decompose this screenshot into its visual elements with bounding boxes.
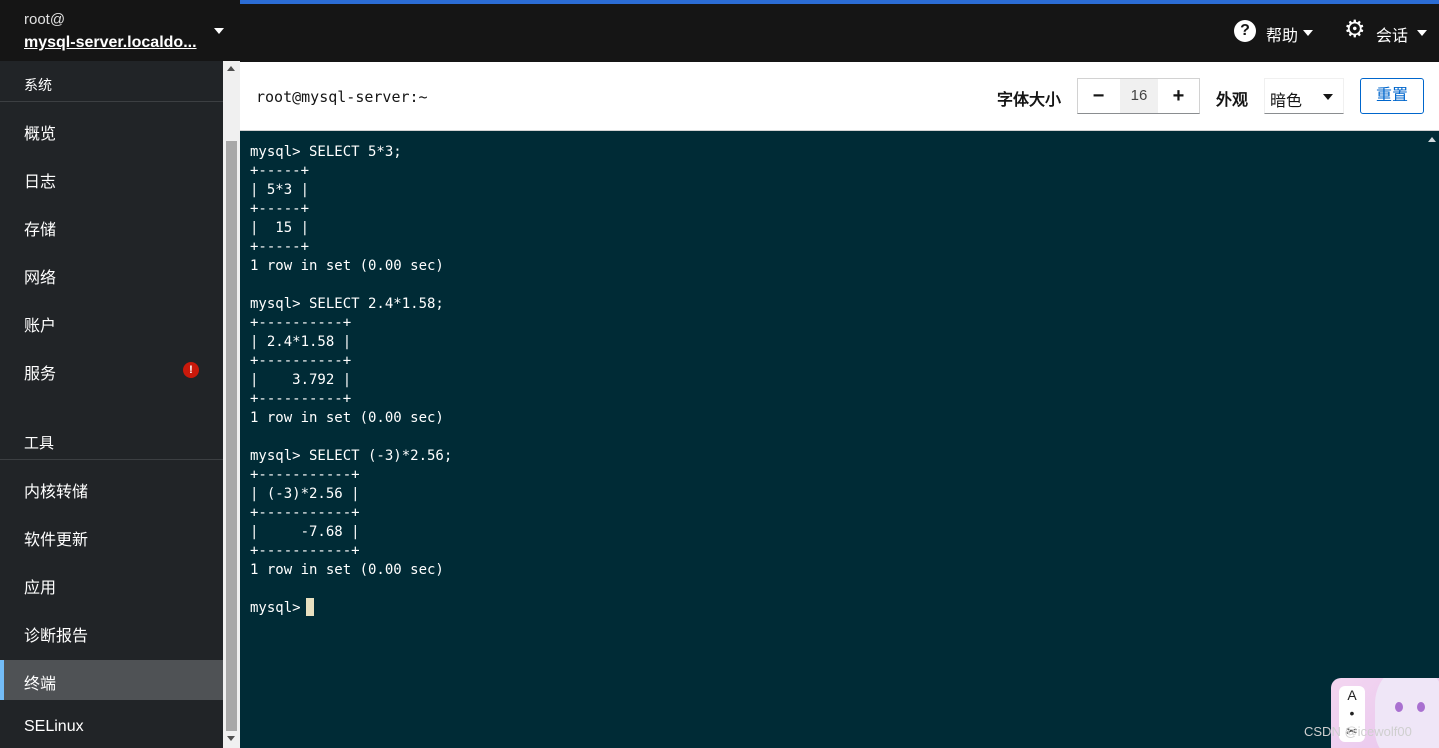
sidebar-nav: 系统 概览 日志 存储 网络 账户 服务 ! 工具 内核转储 软件更新 应用 诊…	[0, 61, 223, 748]
sidebar-scrollbar[interactable]	[223, 61, 240, 748]
question-circle-icon: ?	[1234, 20, 1256, 42]
host-user: root@	[24, 11, 66, 28]
nav-section-tools: 工具	[24, 435, 55, 452]
divider	[0, 101, 223, 102]
sidebar-item-label: 日志	[24, 174, 57, 191]
host-switcher[interactable]: root@ mysql-server.localdo...	[0, 0, 240, 61]
scrollbar-thumb[interactable]	[226, 141, 237, 731]
sidebar-item-accounts[interactable]: 账户	[0, 302, 223, 342]
sidebar-item-terminal[interactable]: 终端	[0, 660, 223, 700]
sidebar-item-label: 账户	[24, 318, 57, 335]
host-name[interactable]: mysql-server.localdo...	[24, 34, 199, 52]
sidebar-item-label: 存储	[24, 222, 57, 239]
terminal-scrollbar[interactable]	[1425, 131, 1439, 748]
chevron-down-icon	[1417, 30, 1427, 36]
chevron-down-icon	[1323, 94, 1333, 100]
sidebar-item-networking[interactable]: 网络	[0, 254, 223, 294]
sidebar-item-storage[interactable]: 存储	[0, 206, 223, 246]
font-size-label: 字体大小	[997, 92, 1062, 109]
increase-font-button[interactable]: +	[1158, 79, 1199, 113]
avatar-eye	[1417, 702, 1425, 712]
sidebar-item-kdump[interactable]: 内核转储	[0, 468, 223, 508]
terminal-title: root@mysql-server:~	[256, 88, 428, 106]
session-menu[interactable]: ⚙ 会话	[1344, 16, 1429, 45]
scroll-up-arrow-icon[interactable]	[1428, 137, 1436, 142]
sidebar-item-label: 软件更新	[24, 532, 89, 549]
sidebar-item-label: SELinux	[24, 718, 84, 735]
terminal-toolbar: root@mysql-server:~ 字体大小 − 16 + 外观 暗色 重置	[240, 62, 1439, 131]
nav-section-system: 系统	[24, 77, 52, 93]
sidebar-item-label: 应用	[24, 580, 57, 597]
exclamation-circle-icon: !	[183, 362, 199, 378]
divider	[0, 459, 223, 460]
font-size-value[interactable]: 16	[1120, 79, 1158, 113]
gear-icon: ⚙	[1344, 16, 1366, 43]
help-menu[interactable]: ? 帮助	[1234, 20, 1314, 45]
sidebar-item-diagnostic-reports[interactable]: 诊断报告	[0, 612, 223, 652]
sidebar-item-logs[interactable]: 日志	[0, 158, 223, 198]
terminal-cursor	[306, 598, 314, 616]
session-label: 会话	[1376, 28, 1409, 45]
sidebar-item-label: 网络	[24, 270, 57, 287]
text-tool-icon[interactable]: A	[1339, 686, 1365, 704]
scroll-up-arrow-icon[interactable]	[227, 66, 235, 71]
appearance-select[interactable]: 暗色	[1264, 78, 1344, 114]
chevron-down-icon	[1303, 30, 1313, 36]
help-label: 帮助	[1266, 28, 1299, 45]
reset-button[interactable]: 重置	[1360, 78, 1424, 114]
sidebar-item-label: 概览	[24, 126, 57, 143]
sidebar-item-label: 服务	[24, 366, 57, 383]
sidebar-item-overview[interactable]: 概览	[0, 110, 223, 150]
masthead: ? 帮助 ⚙ 会话	[240, 0, 1439, 62]
sidebar: root@ mysql-server.localdo... 系统 概览 日志 存…	[0, 0, 240, 748]
sidebar-item-selinux[interactable]: SELinux	[0, 708, 223, 748]
decrease-font-button[interactable]: −	[1078, 79, 1119, 113]
appearance-value: 暗色	[1270, 93, 1303, 110]
terminal-output: mysql> SELECT 5*3; +-----+ | 5*3 | +----…	[250, 144, 453, 616]
sidebar-item-services[interactable]: 服务 !	[0, 350, 223, 390]
sidebar-item-label: 诊断报告	[24, 628, 89, 645]
watermark: CSDN @icewolf00	[1304, 724, 1412, 739]
sidebar-item-applications[interactable]: 应用	[0, 564, 223, 604]
scroll-down-arrow-icon[interactable]	[227, 736, 235, 741]
sidebar-item-label: 终端	[24, 676, 57, 693]
dot-tool-icon[interactable]: •	[1339, 704, 1365, 722]
sidebar-item-label: 内核转储	[24, 484, 89, 501]
appearance-label: 外观	[1216, 92, 1249, 109]
terminal-screen[interactable]: mysql> SELECT 5*3; +-----+ | 5*3 | +----…	[240, 131, 1425, 748]
font-size-stepper[interactable]: − 16 +	[1077, 78, 1200, 114]
chevron-down-icon[interactable]	[214, 28, 224, 34]
sidebar-item-software-updates[interactable]: 软件更新	[0, 516, 223, 556]
avatar-eye	[1395, 702, 1403, 712]
